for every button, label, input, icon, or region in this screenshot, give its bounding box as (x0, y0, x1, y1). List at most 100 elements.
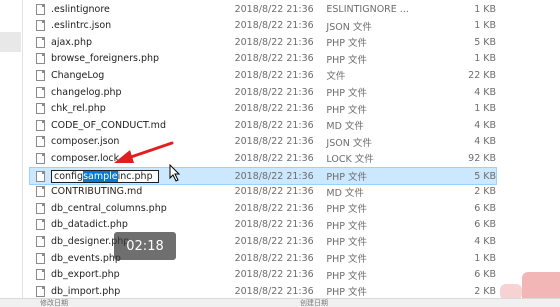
file-size: 1 KB (474, 20, 497, 32)
file-type: 文件 (326, 71, 346, 83)
file-date: 2018/8/22 21:36 (234, 53, 314, 65)
file-size: 6 KB (474, 202, 497, 214)
file-size: 4 KB (474, 136, 497, 148)
file-icon (36, 103, 45, 115)
navigation-pane[interactable] (0, 0, 23, 298)
file-size: 2 KB (474, 186, 497, 198)
file-row[interactable]: CODE_OF_CONDUCT.md 2018/8/22 21:36 MD 文件 4 … (30, 117, 496, 133)
file-date: 2018/8/22 21:36 (234, 202, 314, 214)
rename-input[interactable]: config sample inc.php (51, 169, 159, 183)
file-size: 5 KB (474, 170, 497, 182)
file-size: 6 KB (474, 219, 497, 231)
file-row[interactable]: .eslintrc.json 2018/8/22 21:36 JSON 文件 1 KB (30, 18, 496, 34)
file-row[interactable]: ChangeLog 2018/8/22 21:36 文件 22 KB (30, 67, 496, 83)
file-type: PHP 文件 (326, 172, 368, 183)
file-name[interactable]: changelog.php (51, 87, 235, 98)
file-size: 2 KB (474, 285, 497, 297)
file-name[interactable]: db_export.php (51, 269, 235, 280)
file-date: 2018/8/22 21:36 (234, 136, 314, 148)
file-row[interactable]: db_import.php 2018/8/22 21:36 PHP 文件 2 KB (30, 283, 496, 299)
file-row-editing[interactable]: config sample inc.php 2018/8/22 21:36 PHP 文件… (29, 167, 497, 185)
file-icon (36, 285, 45, 297)
file-type: PHP 文件 (326, 38, 368, 50)
video-timestamp: 02:18 (114, 232, 176, 260)
file-icon (36, 235, 45, 247)
file-icon (36, 252, 45, 264)
file-name[interactable]: ajax.php (51, 37, 235, 48)
file-name[interactable]: .eslintignore (51, 4, 235, 15)
file-list: .eslintignore 2018/8/22 21:36 ESLINTIGNORE… (22, 0, 560, 298)
file-size: 92 KB (468, 152, 497, 164)
red-annotation-arrow (114, 141, 174, 163)
file-date: 2018/8/22 21:36 (234, 285, 314, 297)
rename-text-selected: sample (83, 170, 118, 182)
file-icon (36, 3, 45, 15)
file-type: PHP 文件 (326, 88, 368, 99)
nav-pane-selected-item[interactable] (0, 32, 21, 52)
file-type: JSON 文件 (326, 21, 372, 33)
file-type: PHP 文件 (326, 254, 368, 265)
file-size: 1 KB (474, 103, 497, 115)
rename-field[interactable]: config sample inc.php (51, 169, 235, 183)
file-row[interactable]: db_designer.php 2018/8/22 21:36 PHP 文件 4 KB (30, 233, 496, 249)
file-name[interactable]: chk_rel.php (51, 103, 235, 114)
file-name[interactable]: browse_foreigners.php (51, 53, 235, 64)
file-name[interactable]: db_import.php (51, 286, 235, 297)
file-row[interactable]: db_export.php 2018/8/22 21:36 PHP 文件 6 KB (30, 267, 496, 283)
file-name[interactable]: CONTRIBUTING.md (51, 186, 235, 197)
file-type: PHP 文件 (326, 237, 368, 249)
file-row[interactable]: db_central_columns.php 2018/8/22 21:36 PHP… (30, 200, 496, 216)
file-date: 2018/8/22 21:36 (234, 69, 314, 81)
file-type: PHP 文件 (326, 104, 368, 116)
file-icon (36, 69, 45, 81)
file-row[interactable]: db_events.php 2018/8/22 21:36 PHP 文件 1 KB (30, 250, 496, 266)
file-date: 2018/8/22 21:36 (234, 3, 314, 15)
file-name[interactable]: ChangeLog (51, 70, 235, 81)
file-name[interactable]: .eslintrc.json (51, 20, 235, 31)
file-row[interactable]: chk_rel.php 2018/8/22 21:36 PHP 文件 1 KB (30, 101, 496, 117)
file-icon (36, 202, 45, 214)
file-row[interactable]: .eslintignore 2018/8/22 21:36 ESLINTIGNORE… (30, 1, 496, 17)
file-icon (36, 20, 45, 32)
file-type: MD 文件 (326, 121, 364, 133)
file-type: MD 文件 (326, 187, 364, 199)
file-size: 1 KB (474, 3, 497, 15)
file-size: 4 KB (474, 235, 497, 247)
file-icon (36, 170, 45, 182)
rename-text-after: inc.php (117, 170, 153, 182)
file-name[interactable]: db_central_columns.php (51, 203, 235, 214)
file-size: 5 KB (474, 36, 497, 48)
file-date: 2018/8/22 21:36 (234, 36, 314, 48)
file-date: 2018/8/22 21:36 (234, 86, 314, 98)
file-name[interactable]: db_datadict.php (51, 219, 235, 230)
file-row[interactable]: composer.json 2018/8/22 21:36 JSON 文件 4 KB (30, 134, 496, 150)
file-type: PHP 文件 (326, 204, 368, 216)
file-size: 22 KB (468, 69, 497, 81)
file-date: 2018/8/22 21:36 (234, 235, 314, 247)
file-row[interactable]: db_datadict.php 2018/8/22 21:36 PHP 文件 6 KB (30, 217, 496, 233)
file-size: 4 KB (474, 86, 497, 98)
file-type: ESLINTIGNORE ... (326, 3, 409, 15)
file-date: 2018/8/22 21:36 (234, 119, 314, 131)
file-size: 6 KB (474, 269, 497, 281)
file-size: 1 KB (474, 53, 497, 65)
file-type: PHP 文件 (326, 54, 368, 66)
file-type: LOCK 文件 (326, 154, 374, 166)
file-type: PHP 文件 (326, 287, 368, 299)
file-row[interactable]: CONTRIBUTING.md 2018/8/22 21:36 MD 文件 2 KB (30, 184, 496, 200)
file-row[interactable]: browse_foreigners.php 2018/8/22 21:36 PHP … (30, 51, 496, 67)
file-size: 1 KB (474, 252, 497, 264)
file-icon (36, 269, 45, 281)
file-row[interactable]: changelog.php 2018/8/22 21:36 PHP 文件 4 KB (30, 84, 496, 100)
mouse-cursor-icon (169, 164, 181, 182)
file-date: 2018/8/22 21:36 (234, 219, 314, 231)
file-name[interactable]: CODE_OF_CONDUCT.md (51, 120, 235, 131)
file-row[interactable]: ajax.php 2018/8/22 21:36 PHP 文件 5 KB (30, 34, 496, 50)
file-icon (36, 136, 45, 148)
file-type: PHP 文件 (326, 220, 368, 232)
rename-text-before: config (54, 170, 84, 182)
file-icon (36, 186, 45, 198)
file-type: PHP 文件 (326, 270, 368, 282)
file-row[interactable]: composer.lock 2018/8/22 21:36 LOCK 文件 92 KB (30, 150, 496, 166)
file-size: 4 KB (474, 119, 497, 131)
